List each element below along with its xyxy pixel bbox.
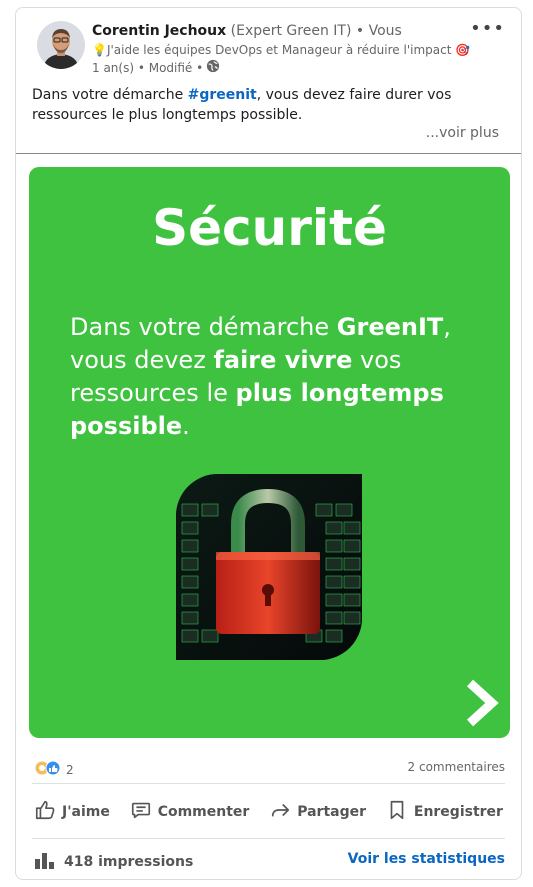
reaction-icons xyxy=(34,760,62,779)
share-arrow-icon xyxy=(269,799,291,825)
save-button[interactable]: Enregistrer xyxy=(378,794,511,830)
carousel-next-chevron-icon[interactable] xyxy=(464,677,500,729)
globe-icon xyxy=(206,59,220,76)
author-avatar[interactable] xyxy=(37,21,85,69)
impressions-count: 418 impressions xyxy=(64,854,194,870)
bar-chart-icon xyxy=(34,851,56,873)
slide-text: vous devez xyxy=(70,346,214,374)
post-time: 1 an(s) • Modifié • xyxy=(92,60,204,75)
author-relation: • Vous xyxy=(351,23,402,39)
slide-text: vos xyxy=(352,346,402,374)
comment-bubble-icon xyxy=(130,799,152,825)
slide-text: , xyxy=(443,313,451,341)
slide-text: ressources le xyxy=(70,379,236,407)
slide-text-bold: GreenIT xyxy=(336,313,444,341)
reactions-count: 2 xyxy=(66,762,74,777)
post-text-part: Dans votre démarche xyxy=(32,87,188,103)
slide-title: Sécurité xyxy=(152,199,387,257)
action-bar: J'aime Commenter Partager Enregistrer xyxy=(26,794,511,830)
post-meta: 1 an(s) • Modifié • xyxy=(92,59,220,76)
comment-button[interactable]: Commenter xyxy=(122,794,258,830)
reactions-summary[interactable]: 2 xyxy=(34,760,74,779)
slide-text-bold: faire vivre xyxy=(213,346,353,374)
bookmark-icon xyxy=(386,799,408,825)
post-card: Corentin Jechoux (Expert Green IT) • Vou… xyxy=(15,7,522,880)
slide-body: Dans votre démarche GreenIT, vous devez … xyxy=(70,311,470,443)
divider xyxy=(32,783,505,784)
slide-text: . xyxy=(182,412,190,440)
see-more-button[interactable]: ...voir plus xyxy=(426,125,499,141)
share-label: Partager xyxy=(297,804,366,820)
author-line[interactable]: Corentin Jechoux (Expert Green IT) • Vou… xyxy=(92,23,402,39)
save-label: Enregistrer xyxy=(413,804,503,820)
more-options-icon[interactable]: ••• xyxy=(470,18,505,39)
author-headline: 💡J'aide les équipes DevOps et Manageur à… xyxy=(92,43,472,57)
padlock-keyboard-image xyxy=(176,474,362,660)
view-statistics-link[interactable]: Voir les statistiques xyxy=(348,851,505,867)
author-role: (Expert Green IT) xyxy=(226,23,352,39)
divider xyxy=(32,838,505,839)
author-name[interactable]: Corentin Jechoux xyxy=(92,23,226,39)
carousel-slide[interactable]: Sécurité Dans votre démarche GreenIT, vo… xyxy=(29,167,510,738)
like-button[interactable]: J'aime xyxy=(26,794,118,830)
divider xyxy=(16,153,521,154)
slide-text: Dans votre démarche xyxy=(70,313,337,341)
impressions-summary[interactable]: 418 impressions xyxy=(34,851,193,873)
like-label: J'aime xyxy=(62,804,110,820)
hashtag-link[interactable]: #greenit xyxy=(188,87,257,103)
post-text: Dans votre démarche #greenit, vous devez… xyxy=(32,85,502,125)
thumbs-up-icon xyxy=(34,799,56,825)
slide-text-bold: possible xyxy=(70,412,183,440)
slide-text-bold: plus longtemps xyxy=(235,379,444,407)
comments-count-link[interactable]: 2 commentaires xyxy=(408,760,505,774)
comment-label: Commenter xyxy=(157,804,250,820)
share-button[interactable]: Partager xyxy=(261,794,374,830)
